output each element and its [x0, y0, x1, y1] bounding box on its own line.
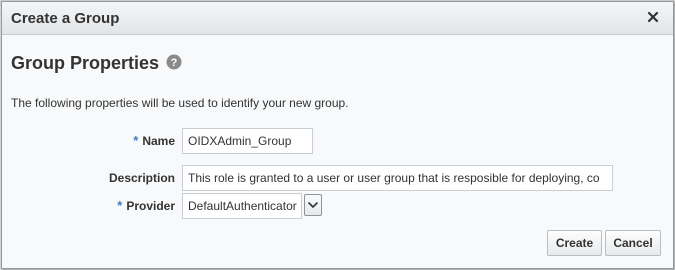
svg-text:?: ?: [171, 57, 178, 69]
intro-text: The following properties will be used to…: [11, 96, 349, 110]
chevron-down-icon[interactable]: [304, 194, 322, 216]
provider-select[interactable]: DefaultAuthenticator: [182, 193, 302, 219]
provider-label-text: Provider: [126, 199, 175, 213]
required-marker: *: [117, 198, 123, 213]
cancel-button[interactable]: Cancel: [605, 230, 661, 256]
help-icon[interactable]: ?: [166, 54, 182, 70]
provider-label: * Provider: [112, 198, 175, 213]
name-label-text: Name: [142, 134, 175, 148]
description-label: Description: [108, 171, 175, 185]
create-group-dialog: Create a Group Group Properties ? The fo…: [1, 1, 674, 269]
name-input[interactable]: OIDXAdmin_Group: [182, 128, 313, 154]
dialog-title: Create a Group: [11, 10, 120, 27]
dialog-content: Group Properties ? The following propert…: [2, 35, 673, 268]
name-label: * Name: [120, 133, 175, 148]
dialog-titlebar: Create a Group: [2, 2, 673, 35]
required-marker: *: [133, 133, 139, 148]
create-button[interactable]: Create: [547, 230, 602, 256]
section-title: Group Properties: [11, 53, 160, 73]
close-icon[interactable]: [645, 9, 661, 25]
description-input[interactable]: This role is granted to a user or user g…: [182, 165, 613, 191]
